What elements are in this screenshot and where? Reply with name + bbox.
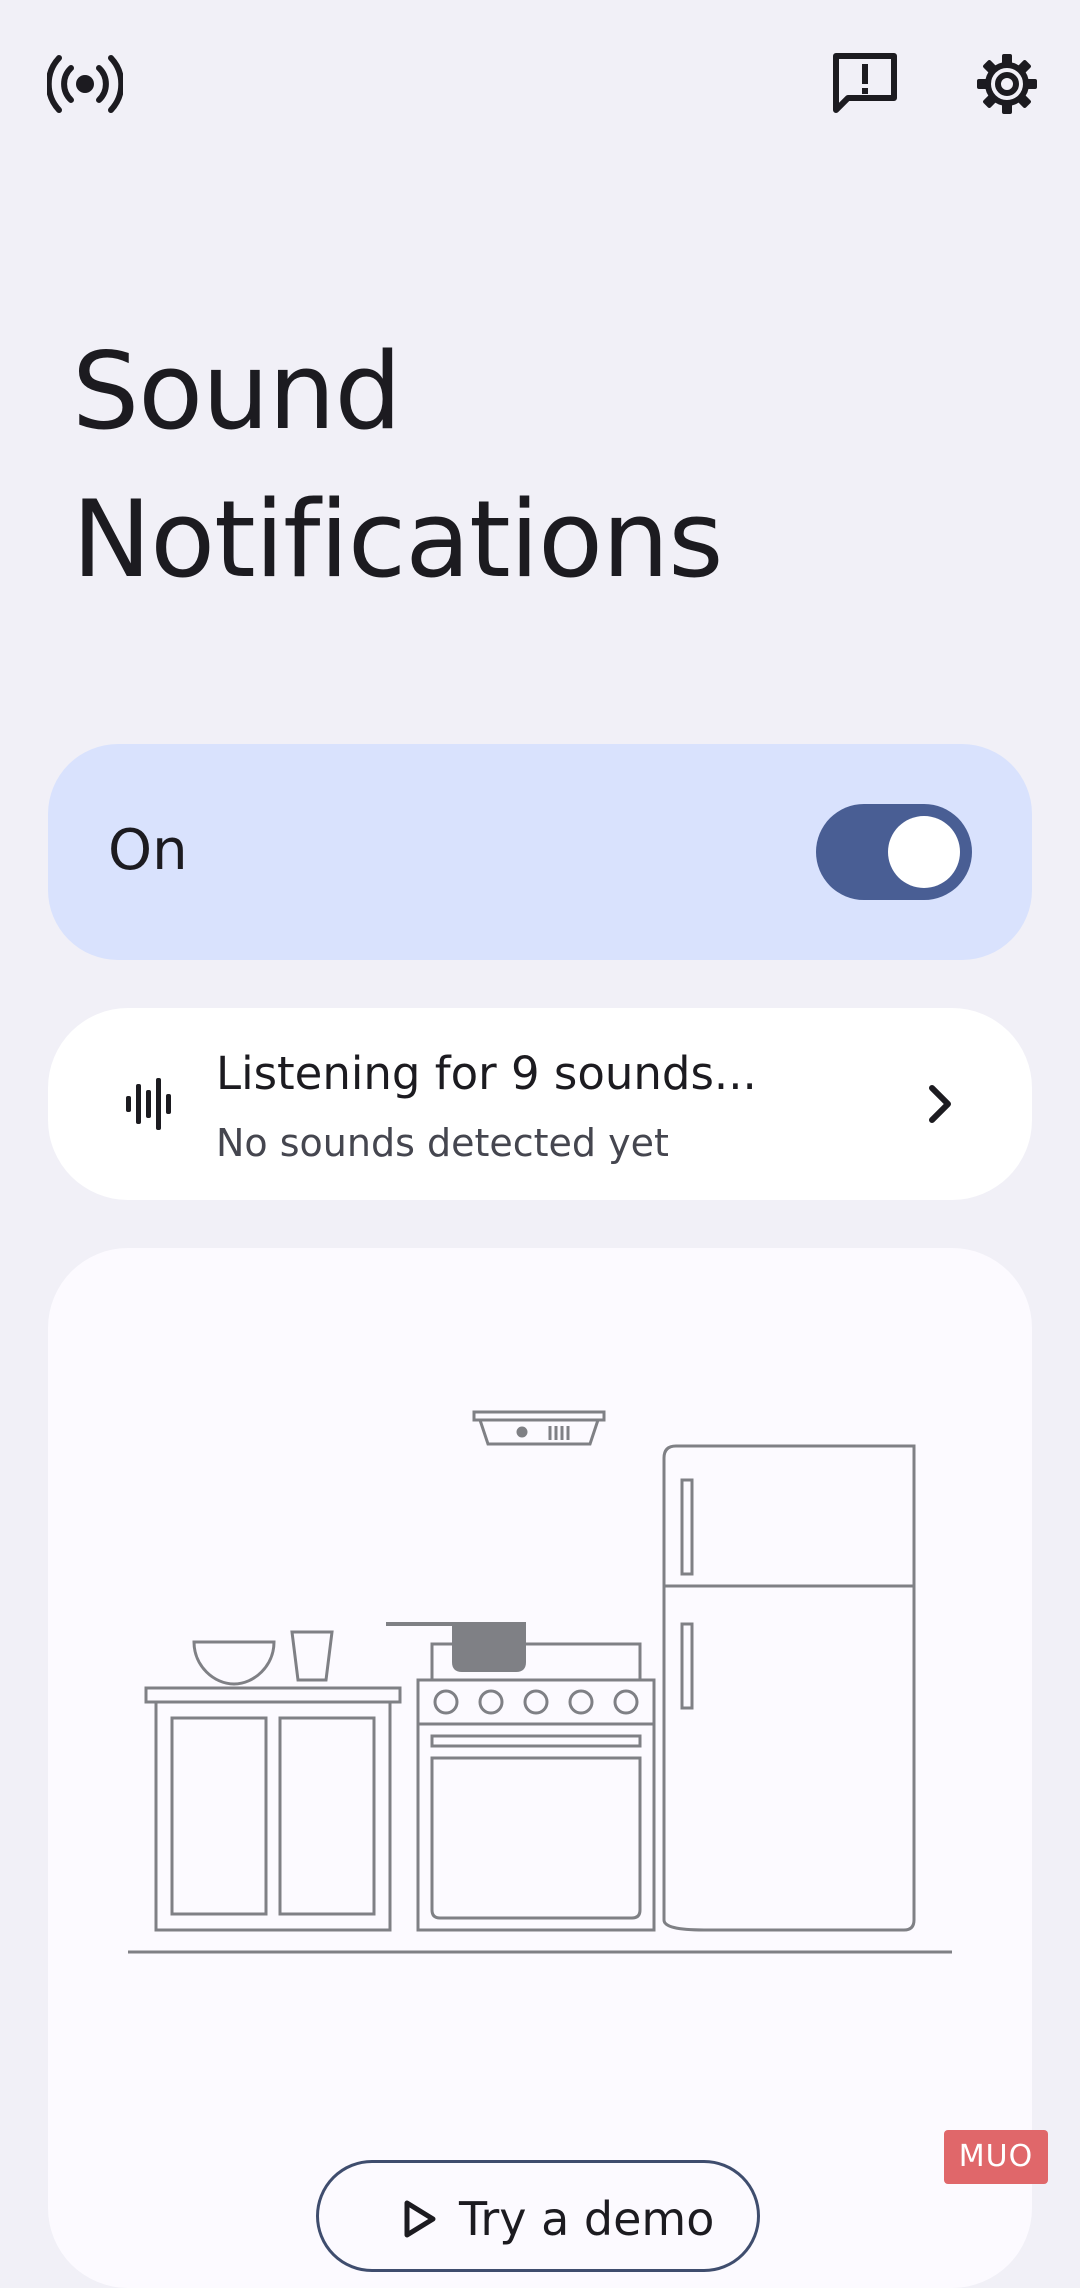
main-switch[interactable] bbox=[816, 804, 972, 900]
illustration-card: Try a demo bbox=[48, 1248, 1032, 2288]
feedback-button[interactable] bbox=[820, 46, 910, 122]
broadcast-icon bbox=[47, 55, 123, 113]
page-title: Sound Notifications bbox=[72, 318, 723, 614]
muo-watermark: MUO bbox=[944, 2130, 1048, 2184]
play-icon bbox=[404, 2200, 436, 2238]
gear-icon bbox=[977, 54, 1037, 114]
page-title-line-2: Notifications bbox=[72, 478, 723, 601]
kitchen-illustration bbox=[128, 1410, 952, 1954]
waveform-icon bbox=[126, 1078, 171, 1130]
try-demo-button[interactable]: Try a demo bbox=[316, 2160, 760, 2272]
feedback-icon bbox=[833, 53, 897, 113]
live-broadcast-button[interactable] bbox=[40, 46, 130, 122]
chevron-right-icon bbox=[929, 1085, 951, 1123]
settings-button[interactable] bbox=[962, 46, 1052, 122]
try-demo-label: Try a demo bbox=[459, 2192, 715, 2246]
listening-title: Listening for 9 sounds... bbox=[216, 1047, 757, 1100]
sound-notifications-toggle-card[interactable]: On bbox=[48, 744, 1032, 960]
switch-knob bbox=[888, 816, 960, 888]
toggle-label: On bbox=[108, 818, 188, 883]
page-title-line-1: Sound bbox=[72, 330, 402, 453]
listening-subtitle: No sounds detected yet bbox=[216, 1121, 669, 1165]
listening-status-card[interactable]: Listening for 9 sounds... No sounds dete… bbox=[48, 1008, 1032, 1200]
